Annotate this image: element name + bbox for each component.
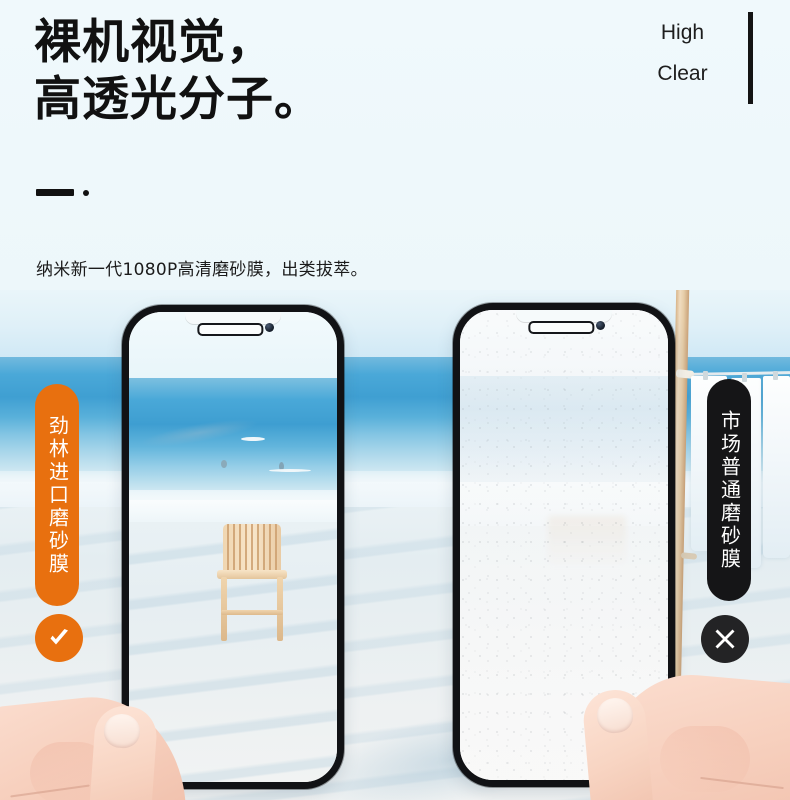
clothes-peg: [703, 371, 708, 380]
chair-leg: [221, 577, 227, 641]
front-camera-icon: [265, 323, 274, 332]
product-ad-page: 裸机视觉， 高透光分子。 High Clear 纳米新一代1080P高清磨砂膜，…: [0, 0, 790, 800]
corner-label-group: High Clear: [630, 12, 735, 94]
label-clear: Clear: [657, 62, 708, 85]
page-title: 裸机视觉， 高透光分子。: [34, 14, 322, 128]
beach-chair: [215, 524, 289, 644]
hanging-cloth: [763, 376, 790, 558]
phone-good-film: [122, 305, 344, 789]
screen-surfer: [269, 469, 311, 472]
front-camera-icon: [596, 321, 605, 330]
phone-good-screen: [129, 312, 337, 782]
badge-good-label: 劲林进口磨砂膜: [45, 414, 70, 576]
clothes-peg: [742, 373, 747, 382]
vertical-divider: [748, 12, 753, 104]
headline-line-2: 高透光分子。: [34, 72, 322, 127]
clothes-peg: [773, 371, 778, 380]
headline-line-1: 裸机视觉，: [34, 15, 274, 70]
subtitle-text: 纳米新一代1080P高清磨砂膜，出类拔萃。: [36, 260, 368, 280]
earpiece-speaker-icon: [197, 323, 264, 336]
badge-good-product: 劲林进口磨砂膜: [35, 384, 79, 606]
chair-rail: [221, 610, 283, 615]
screen-surfer: [241, 437, 265, 441]
badge-ordinary-product: 市场普通磨砂膜: [707, 379, 751, 601]
label-high: High: [660, 21, 705, 44]
screen-surfer: [221, 460, 227, 468]
badge-ordinary-label: 市场普通磨砂膜: [717, 409, 742, 571]
chair-slats: [223, 524, 281, 572]
check-icon: [35, 614, 83, 662]
chair-leg: [277, 577, 283, 641]
decorative-dot-icon: [83, 190, 89, 196]
cross-icon: [701, 615, 749, 663]
earpiece-speaker-icon: [528, 321, 595, 334]
decorative-dash-icon: [36, 189, 74, 196]
